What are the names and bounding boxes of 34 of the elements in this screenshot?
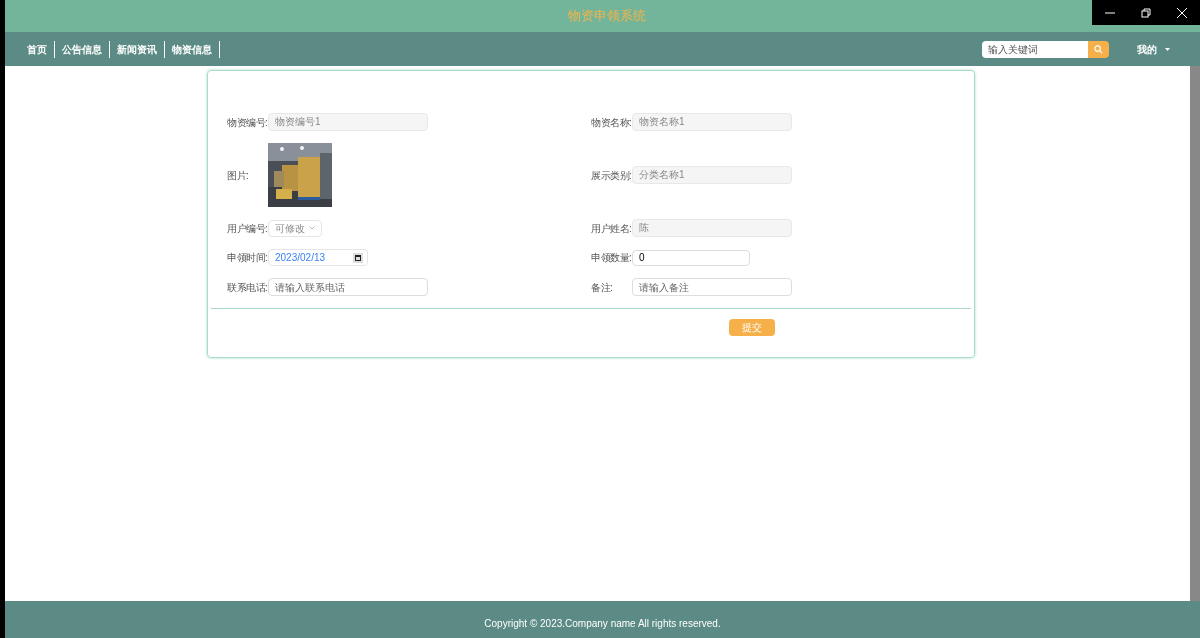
nav-link[interactable]: 公告信息 [55,40,110,58]
app-title: 物资申领系统 [567,7,646,26]
close-icon[interactable] [1177,7,1187,18]
nav-link[interactable]: 首页 [20,40,55,58]
text-field[interactable]: 陈 [632,219,792,237]
number-field[interactable]: 0 [632,249,750,266]
restore-icon[interactable] [1141,7,1151,18]
chevron-icon [309,226,315,230]
field-label: 展示类别: [591,168,633,183]
text-field[interactable]: 物资名称1 [632,113,792,131]
user-menu[interactable]: 我的 [1137,41,1170,57]
search-icon [1094,44,1103,54]
field-label: 物资名称: [591,115,633,130]
field-label: 物资编号: [227,115,269,130]
select-field[interactable]: 可修改 [268,219,322,237]
text-field[interactable]: 分类名称1 [632,166,792,184]
text-field[interactable]: 物资编号1 [268,113,428,131]
date-field[interactable]: 2023/02/13 [268,249,369,266]
calendar-icon[interactable] [353,252,364,263]
field-label: 备注: [591,280,614,295]
field-label: 用户姓名: [591,221,633,236]
search-button[interactable] [1088,40,1109,58]
field-label: 联系电话: [227,280,269,295]
field-label: 图片: [227,168,250,183]
field-label: 用户编号: [227,221,269,236]
search-field[interactable]: 输入关键词 [982,40,1088,58]
field-label: 申领时间: [227,251,269,265]
caret-icon [1165,47,1170,51]
nav-link[interactable]: 物资信息 [165,40,220,58]
field-label: 申领数量: [591,251,633,265]
copyright-text: Copyright © 2023.Company name All rights reserved. [484,617,721,631]
text-field[interactable]: 请输入联系电话 [268,278,428,296]
text-field[interactable]: 请输入备注 [632,278,792,296]
nav-link[interactable]: 新闻资讯 [110,40,165,58]
